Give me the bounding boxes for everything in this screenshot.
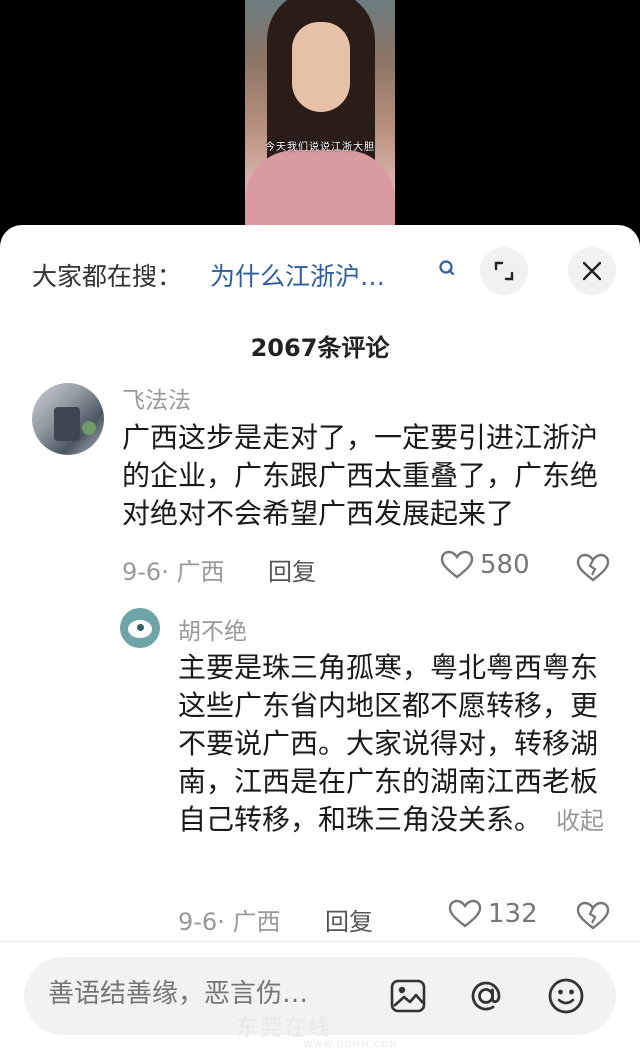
watermark-text: 东莞在线 [236, 1016, 333, 1041]
comment-text: 主要是珠三角孤寒，粤北粤西粤东这些广东省内地区都不愿转移，更不要说广西。大家说得… [178, 649, 608, 840]
comment-username[interactable]: 飞法法 [122, 381, 191, 415]
like-button[interactable]: 580 [440, 550, 530, 580]
divider [0, 941, 640, 942]
comment-count: 2067条评论 [250, 334, 390, 362]
like-count: 580 [480, 550, 530, 580]
heart-icon [448, 899, 482, 928]
expand-icon [494, 261, 514, 281]
search-query-link[interactable]: 为什么江浙沪… [210, 257, 385, 293]
close-button[interactable] [568, 247, 616, 295]
comment-date-location: 9-6· 广西 [122, 558, 225, 586]
comments-sheet: 大家都在搜： 为什么江浙沪… 2067条评论 飞法法 广西这步是走对了，一定要引… [0, 225, 640, 1053]
at-icon[interactable] [466, 976, 506, 1016]
watermark-url: WWW.GDMM.COM [304, 1040, 398, 1050]
video-thumbnail[interactable]: 今天我们说说江浙大胆 [245, 0, 395, 225]
watermark: 东莞在线 WWW.GDMM.COM [236, 1010, 436, 1050]
reply-button[interactable]: 回复 [268, 552, 316, 587]
broken-heart-icon[interactable] [576, 553, 610, 583]
avatar[interactable] [32, 383, 104, 455]
comment-username[interactable]: 胡不绝 [178, 612, 247, 646]
comment-text-body: 主要是珠三角孤寒，粤北粤西粤东这些广东省内地区都不愿转移，更不要说广西。大家说得… [178, 651, 599, 836]
heart-icon [440, 550, 474, 579]
reply-button[interactable]: 回复 [325, 902, 373, 937]
comment-input[interactable] [48, 979, 368, 1009]
search-prefix: 大家都在搜： [32, 262, 183, 291]
broken-heart-icon[interactable] [576, 901, 610, 931]
comment-text: 广西这步是走对了，一定要引进江浙沪的企业，广东跟广西太重叠了，广东绝对绝对不会希… [122, 421, 599, 530]
collapse-link[interactable]: 收起 [556, 807, 604, 835]
video-player[interactable]: 今天我们说说江浙大胆 [0, 0, 640, 230]
expand-button[interactable] [480, 247, 528, 295]
search-q-icon[interactable] [438, 259, 456, 279]
emoji-icon[interactable] [546, 976, 586, 1016]
avatar[interactable] [120, 608, 160, 648]
video-caption: 今天我们说说江浙大胆 [265, 142, 375, 153]
like-button[interactable]: 132 [448, 899, 538, 929]
comment-date-location: 9-6· 广西 [178, 908, 281, 936]
close-icon [582, 261, 602, 281]
like-count: 132 [488, 899, 538, 929]
